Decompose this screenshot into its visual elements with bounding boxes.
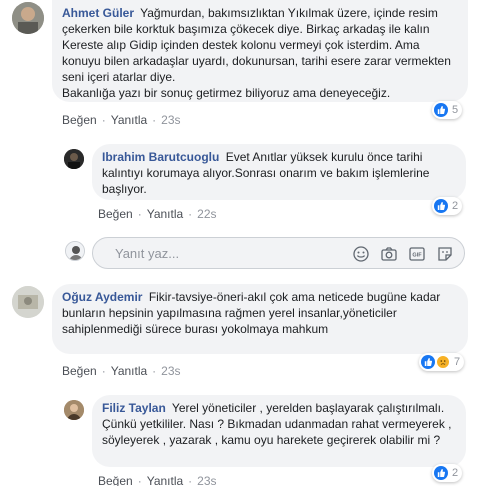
comment-time[interactable]: 23s [161,113,180,127]
comment-time[interactable]: 22s [197,207,216,221]
reaction-count-badge[interactable]: 7 [419,353,465,371]
reply-link[interactable]: Yanıtla [111,364,147,378]
reaction-count-badge[interactable]: 2 [432,464,463,482]
comment-author[interactable]: Ahmet Güler [62,6,134,20]
reaction-count: 7 [454,356,461,368]
reply-box-icons: GIF [352,245,454,263]
avatar[interactable] [64,149,84,169]
avatar[interactable] [12,2,44,34]
comment-text-line: Bakanlığa yazı bir sonuç getirmez biliyo… [62,86,391,100]
comment-actions: Beğen · Yanıtla · 23s [62,364,181,378]
svg-text:GIF: GIF [412,253,422,259]
reply-link[interactable]: Yanıtla [147,474,183,486]
comment-bubble: Ahmet Güler Yağmurdan, bakımsızlıktan Yı… [52,0,468,102]
reply-link[interactable]: Yanıtla [111,113,147,127]
avatar[interactable] [12,286,44,318]
comment-author[interactable]: Filiz Taylan [102,401,166,415]
separator: · [101,364,106,378]
like-icon [434,199,448,213]
reply-input[interactable] [93,238,353,268]
avatar[interactable] [64,400,84,420]
reaction-count-badge[interactable]: 2 [432,197,463,215]
sad-reaction-icon [436,355,450,369]
like-icon [434,466,448,480]
separator: · [137,207,142,221]
comment-actions: Beğen · Yanıtla · 22s [98,207,217,221]
current-user-avatar [65,241,85,261]
separator: · [188,474,193,486]
comment-time[interactable]: 23s [197,474,216,486]
like-link[interactable]: Beğen [62,364,97,378]
separator: · [101,113,106,127]
like-link[interactable]: Beğen [98,474,133,486]
like-link[interactable]: Beğen [62,113,97,127]
separator: · [152,364,157,378]
comment-author[interactable]: Oğuz Aydemir [62,290,142,304]
reaction-count: 2 [452,200,459,212]
emoji-icon[interactable] [352,245,370,263]
camera-icon[interactable] [380,245,398,263]
like-link[interactable]: Beğen [98,207,133,221]
reply-box[interactable]: GIF [92,237,465,269]
comment-bubble: Ibrahim Barutcuoglu Evet Anıtlar yüksek … [92,144,466,200]
reply-link[interactable]: Yanıtla [147,207,183,221]
comment-bubble: Filiz Taylan Yerel yöneticiler , yerelde… [92,395,466,467]
reaction-count: 2 [452,467,459,479]
separator: · [137,474,142,486]
like-icon [434,103,448,117]
comment-actions: Beğen · Yanıtla · 23s [98,474,217,486]
comment-time[interactable]: 23s [161,364,180,378]
like-icon [421,355,435,369]
reaction-count: 5 [452,104,459,116]
comment-bubble: Oğuz Aydemir Fikir-tavsiye-öneri-akıl ço… [52,284,468,354]
separator: · [152,113,157,127]
separator: · [188,207,193,221]
reaction-count-badge[interactable]: 5 [432,101,463,119]
gif-icon[interactable]: GIF [408,245,426,263]
comment-actions: Beğen · Yanıtla · 23s [62,113,181,127]
sticker-icon[interactable] [436,245,454,263]
comment-author[interactable]: Ibrahim Barutcuoglu [102,150,219,164]
